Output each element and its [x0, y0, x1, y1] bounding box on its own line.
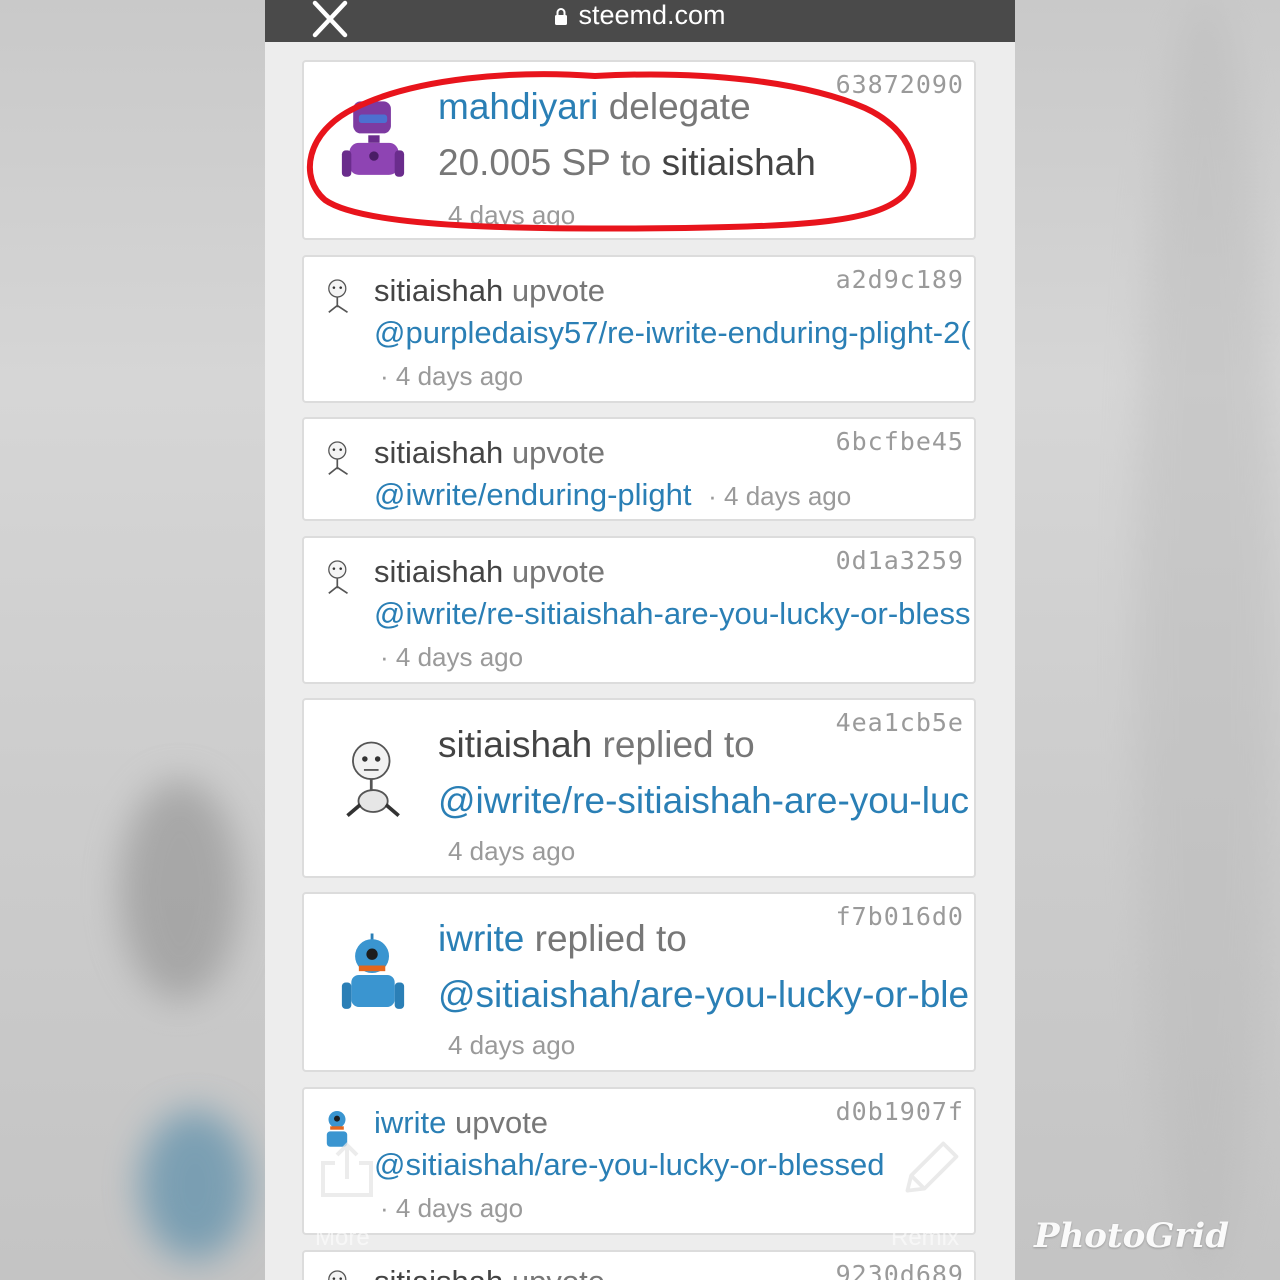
post-link[interactable]: @sitiaishah/are-you-lucky-or-blessed	[374, 1147, 884, 1183]
timestamp: 4 days ago	[448, 836, 576, 866]
post-link[interactable]: @iwrite/re-sitiaishah-are-you-luc	[438, 780, 969, 822]
browser-top-bar: steemd.com	[265, 0, 1015, 42]
activity-summary: sitiaishah upvote	[374, 554, 605, 590]
edit-label[interactable]: Remix	[891, 1224, 959, 1252]
timestamp: · 4 days ago	[380, 642, 524, 672]
white-robot-avatar-icon	[328, 441, 348, 476]
username[interactable]: iwrite	[374, 1105, 446, 1140]
pencil-icon[interactable]	[897, 1134, 965, 1200]
transaction-hash: f7b016d0	[835, 902, 964, 931]
activity-summary: sitiaishah replied to	[438, 724, 755, 766]
activity-summary: iwrite replied to	[438, 918, 687, 960]
username[interactable]: sitiaishah	[438, 724, 592, 765]
timestamp: · 4 days ago	[708, 481, 852, 511]
username[interactable]: sitiaishah	[374, 273, 503, 308]
post-link-row: @iwrite/enduring-plight · 4 days ago	[374, 477, 851, 513]
username[interactable]: sitiaishah	[374, 1264, 503, 1280]
lock-icon	[555, 8, 568, 25]
feed-card-reply[interactable]: f7b016d0 iwrite replied to @sitiaishah/a…	[302, 892, 976, 1072]
white-robot-avatar-icon	[328, 1270, 347, 1280]
action-text: upvote	[511, 554, 605, 589]
feed-card-upvote[interactable]: a2d9c189 sitiaishah upvote @purpledaisy5…	[302, 255, 976, 403]
url-text: steemd.com	[578, 0, 726, 30]
timestamp: · 4 days ago	[380, 1193, 524, 1223]
blue-robot-avatar-icon	[341, 933, 405, 1009]
username[interactable]: sitiaishah	[374, 554, 503, 589]
feed-card-reply[interactable]: 4ea1cb5e sitiaishah replied to @iwrite/r…	[302, 698, 976, 878]
post-link[interactable]: @iwrite/enduring-plight	[374, 477, 692, 512]
transaction-hash: 4ea1cb5e	[835, 708, 964, 737]
share-label[interactable]: More	[315, 1224, 370, 1252]
photogrid-watermark: PhotoGrid	[1034, 1216, 1229, 1256]
delegation-summary: mahdiyari delegate	[438, 86, 751, 128]
action-text: upvote	[512, 1264, 605, 1280]
activity-summary: iwrite upvote	[374, 1105, 548, 1141]
username[interactable]: iwrite	[438, 918, 524, 959]
feed-card-upvote[interactable]: d0b1907f iwrite upvote @sitiaishah/are-y…	[302, 1087, 976, 1235]
activity-summary: sitiaishah upvote	[374, 1264, 605, 1280]
delegation-amount: 20.005 SP to	[438, 142, 652, 183]
transaction-hash: 6bcfbe45	[835, 427, 964, 456]
transaction-hash: d0b1907f	[835, 1097, 964, 1126]
timestamp: · 4 days ago	[380, 361, 524, 391]
transaction-hash: 63872090	[835, 70, 964, 99]
purple-robot-avatar-icon	[341, 101, 405, 177]
action-text: upvote	[511, 435, 605, 470]
white-robot-avatar-icon	[328, 560, 348, 595]
timestamp: 4 days ago	[448, 200, 576, 230]
action-text: upvote	[454, 1105, 549, 1140]
white-robot-avatar-icon	[346, 741, 400, 818]
blurred-background-right	[1015, 0, 1280, 1280]
activity-summary: sitiaishah upvote	[374, 435, 605, 471]
feed-card-delegation[interactable]: 63872090 mahdiyari delegate 20.005 SP to…	[302, 60, 976, 240]
delegator-username[interactable]: mahdiyari	[438, 86, 598, 127]
address-bar[interactable]: steemd.com	[265, 0, 1015, 34]
action-text: replied to	[534, 918, 687, 959]
phone-screen: steemd.com 63872090 mahdiyari delegate 2…	[265, 0, 1015, 1280]
username[interactable]: sitiaishah	[374, 435, 503, 470]
delegation-detail: 20.005 SP to sitiaishah	[438, 142, 816, 184]
feed-card-upvote[interactable]: 6bcfbe45 sitiaishah upvote @iwrite/endur…	[302, 417, 976, 521]
transaction-hash: a2d9c189	[835, 265, 964, 294]
post-link[interactable]: @iwrite/re-sitiaishah-are-you-lucky-or-b…	[374, 596, 971, 632]
feed-card-upvote[interactable]: 9230d689 sitiaishah upvote	[302, 1250, 976, 1280]
timestamp: 4 days ago	[448, 1030, 576, 1060]
transaction-hash: 0d1a3259	[835, 546, 964, 575]
post-link[interactable]: @sitiaishah/are-you-lucky-or-ble	[438, 974, 969, 1016]
action-text: replied to	[602, 724, 755, 765]
post-link[interactable]: @purpledaisy57/re-iwrite-enduring-plight…	[374, 315, 971, 351]
white-robot-avatar-icon	[328, 279, 348, 314]
action-text: upvote	[511, 273, 605, 308]
blurred-background-left	[0, 0, 265, 1280]
transaction-hash: 9230d689	[835, 1260, 964, 1280]
delegatee-username[interactable]: sitiaishah	[662, 142, 816, 183]
action-text: delegate	[608, 86, 751, 127]
activity-summary: sitiaishah upvote	[374, 273, 605, 309]
share-icon[interactable]	[317, 1138, 377, 1200]
feed-card-upvote[interactable]: 0d1a3259 sitiaishah upvote @iwrite/re-si…	[302, 536, 976, 684]
